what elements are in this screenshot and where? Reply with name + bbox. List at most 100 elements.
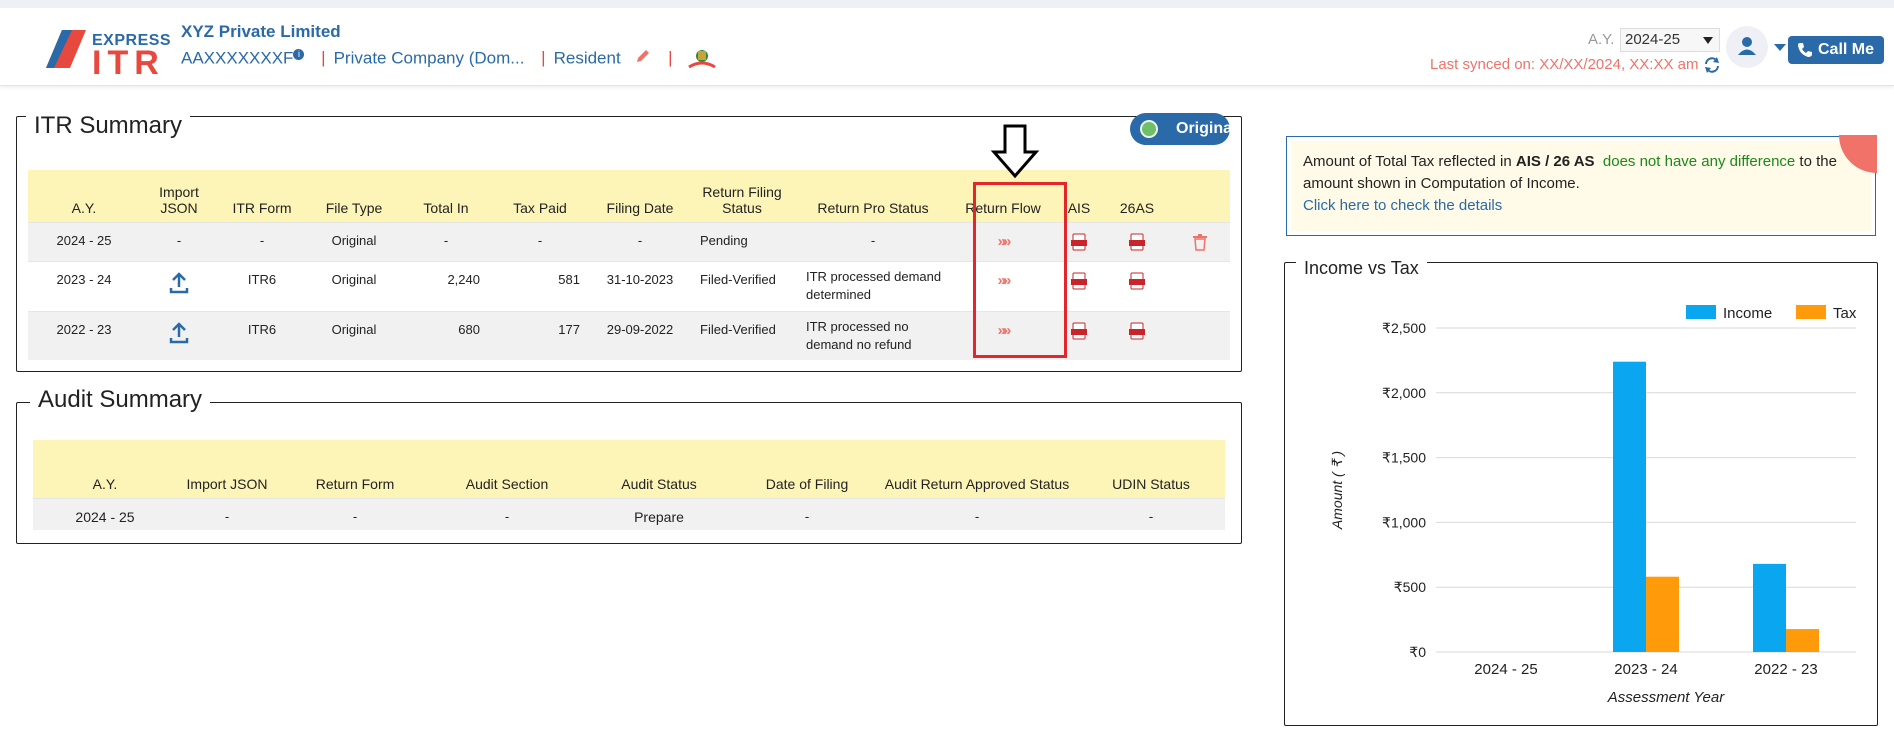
x-axis-label: Assessment Year xyxy=(1607,689,1725,706)
ay-selected-value: 2024-25 xyxy=(1625,31,1681,48)
divider: | xyxy=(541,48,546,68)
return-flow-highlight-box xyxy=(973,182,1067,358)
notice-no-difference: does not have any difference xyxy=(1602,153,1796,170)
col-audit-status: Audit Status xyxy=(581,440,737,498)
company-type: Private Company (Dom... xyxy=(333,48,525,68)
cell-import-json: - xyxy=(140,221,218,261)
legend-swatch-income xyxy=(1686,305,1716,319)
edit-pencil-icon[interactable] xyxy=(635,48,651,64)
notice-body: Amount of Total Tax reflected in AIS / 2… xyxy=(1291,141,1871,231)
govt-emblem-icon xyxy=(688,50,717,69)
last-synced-text: Last synced on: XX/XX/2024, XX:XX am xyxy=(1430,56,1699,73)
bar-tax-2022-23 xyxy=(1786,629,1819,652)
delete-button[interactable] xyxy=(1170,221,1230,261)
call-me-button[interactable]: Call Me xyxy=(1788,36,1884,64)
col-actions xyxy=(1170,170,1230,222)
pdf-icon xyxy=(1071,233,1087,250)
table-row: 2024 - 25 - - - Prepare - - - xyxy=(33,497,1225,530)
cell-pro-status: ITR processed no demand no refund xyxy=(794,310,952,360)
col-filing-date: Filing Date xyxy=(590,170,690,222)
cell-date-of-filing: - xyxy=(737,497,877,530)
user-avatar[interactable] xyxy=(1726,26,1768,68)
cell-file-type: Original xyxy=(306,310,402,360)
cell-tax-paid: - xyxy=(490,221,590,261)
col-return-pro-status: Return Pro Status xyxy=(794,170,952,222)
pdf-icon xyxy=(1071,322,1087,339)
user-icon xyxy=(1738,37,1756,55)
top-strip xyxy=(0,0,1894,8)
upload-icon xyxy=(169,271,189,293)
cell-approved-status: - xyxy=(877,497,1077,530)
divider: | xyxy=(321,48,326,68)
col-tax-paid: Tax Paid xyxy=(490,170,590,222)
col-udin-status: UDIN Status xyxy=(1077,440,1225,498)
x-tick-label: 2022 - 23 xyxy=(1754,661,1817,678)
chart-title: Income vs Tax xyxy=(1296,258,1427,279)
col-itr-form: ITR Form xyxy=(218,170,306,222)
legend-swatch-tax xyxy=(1796,305,1826,319)
status-filed-verified: Filed-Verified xyxy=(690,310,794,360)
upload-icon xyxy=(169,321,189,343)
check-details-link[interactable]: Click here to check the details xyxy=(1303,197,1502,214)
original-badge-label: Original xyxy=(1176,120,1237,137)
26as-download[interactable] xyxy=(1104,221,1170,261)
pdf-icon xyxy=(1129,272,1145,289)
col-import-json: Import JSON xyxy=(177,440,277,498)
col-file-type: File Type xyxy=(306,170,402,222)
cell-pro-status: ITR processed demand determined xyxy=(794,260,952,311)
cell-total-in: 2,240 xyxy=(402,260,490,311)
legend-label-income: Income xyxy=(1723,305,1772,322)
cell-filing-date: 31-10-2023 xyxy=(590,260,690,311)
divider: | xyxy=(668,48,673,68)
pdf-icon xyxy=(1129,233,1145,250)
cell-file-type: Original xyxy=(306,260,402,311)
26as-download[interactable] xyxy=(1104,310,1170,360)
bar-tax-2023-24 xyxy=(1646,576,1679,652)
cell-audit-section: - xyxy=(433,497,581,530)
phone-icon xyxy=(1798,43,1812,57)
import-json-button[interactable] xyxy=(140,260,218,311)
app-header: EXPRESS ITR XYZ Private Limited AAXXXXXX… xyxy=(0,8,1894,86)
bar-income-2023-24 xyxy=(1613,361,1646,652)
itr-form-link[interactable]: ITR6 xyxy=(218,310,306,360)
col-ay: A.Y. xyxy=(33,440,177,498)
col-return-filing-status: Return Filing Status xyxy=(690,170,794,222)
x-tick-label: 2024 - 25 xyxy=(1474,661,1537,678)
y-tick-label: ₹0 xyxy=(1409,644,1426,660)
user-menu-caret-icon[interactable] xyxy=(1774,44,1786,51)
client-details: AAXXXXXXXF i | Private Company (Dom... | Re… xyxy=(181,47,719,71)
pdf-icon xyxy=(1071,272,1087,289)
cell-empty xyxy=(1170,260,1230,311)
express-itr-logo[interactable]: EXPRESS ITR xyxy=(42,22,171,80)
itr-form-link[interactable]: ITR6 xyxy=(218,260,306,311)
audit-prepare-link[interactable]: Prepare xyxy=(581,497,737,530)
cell-ay: 2023 - 24 xyxy=(28,260,140,311)
chevron-down-icon xyxy=(1703,37,1713,44)
audit-summary-title: Audit Summary xyxy=(30,386,211,414)
cell-ay: 2024 - 25 xyxy=(28,221,140,261)
cell-file-type: Original xyxy=(306,221,402,261)
cell-return-form: - xyxy=(277,497,433,530)
audit-summary-table: A.Y. Import JSON Return Form Audit Secti… xyxy=(33,440,1225,530)
status-pending-link[interactable]: Pending xyxy=(690,221,794,261)
y-tick-label: ₹1,000 xyxy=(1382,514,1426,530)
ay-label: A.Y. xyxy=(1588,31,1615,48)
cell-ay: 2022 - 23 xyxy=(28,310,140,360)
cell-filing-date: 29-09-2022 xyxy=(590,310,690,360)
ay-dropdown[interactable]: 2024-25 xyxy=(1620,28,1720,52)
26as-download[interactable] xyxy=(1104,260,1170,311)
status-filed-verified: Filed-Verified xyxy=(690,260,794,311)
legend-label-tax: Tax xyxy=(1833,305,1857,322)
info-icon[interactable]: i xyxy=(293,48,305,60)
notice-text: Amount of Total Tax reflected in xyxy=(1303,153,1516,170)
cell-filing-date: - xyxy=(590,221,690,261)
y-tick-label: ₹2,000 xyxy=(1382,385,1426,401)
original-badge[interactable]: Original xyxy=(1130,113,1236,145)
col-return-form: Return Form xyxy=(277,440,433,498)
sync-refresh-icon[interactable] xyxy=(1703,56,1721,74)
income-vs-tax-chart: ₹0 ₹500 ₹1,000 ₹1,500 ₹2,000 ₹2,500 Amount ( ₹… xyxy=(1329,305,1857,706)
x-tick-label: 2023 - 24 xyxy=(1614,661,1677,678)
call-me-label: Call Me xyxy=(1818,41,1875,58)
tax-difference-notice: Amount of Total Tax reflected in AIS / 2… xyxy=(1286,135,1877,236)
import-json-button[interactable] xyxy=(140,310,218,360)
